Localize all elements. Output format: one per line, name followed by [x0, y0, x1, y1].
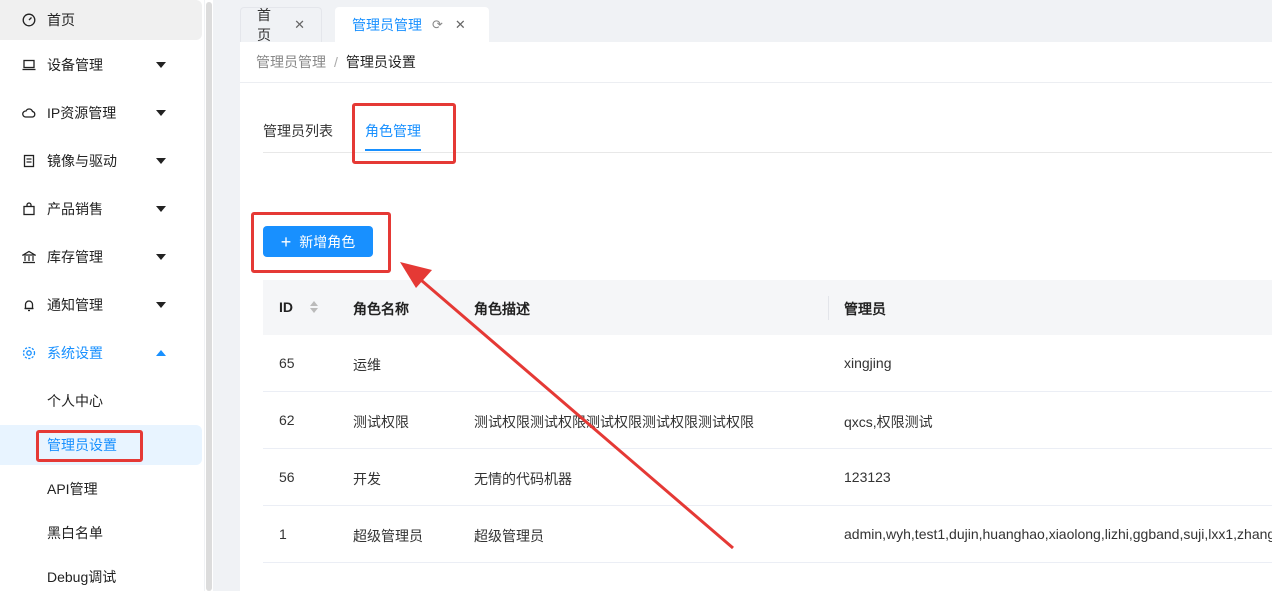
- column-header-desc: 角色描述: [474, 301, 530, 317]
- cell-desc: 测试权限测试权限测试权限测试权限测试权限: [474, 414, 754, 430]
- sidebar-item-system[interactable]: 系统设置: [0, 333, 202, 373]
- refresh-icon[interactable]: ⟳: [432, 17, 443, 33]
- cell-id: 56: [279, 469, 295, 485]
- sidebar-item-label: API管理: [47, 481, 98, 497]
- caret-down-icon: [156, 110, 166, 116]
- cell-name: 运维: [353, 357, 381, 373]
- column-header-admin: 管理员: [844, 301, 886, 317]
- add-role-button[interactable]: + 新增角色: [263, 226, 373, 257]
- breadcrumb: 管理员管理 / 管理员设置: [256, 52, 416, 72]
- cell-desc: 无情的代码机器: [474, 471, 572, 487]
- sidebar-item-label: 管理员设置: [47, 437, 117, 453]
- add-role-label: 新增角色: [299, 233, 356, 250]
- sidebar-subitem-blacklist[interactable]: 黑白名单: [0, 513, 202, 553]
- sidebar-item-home[interactable]: 首页: [0, 0, 202, 40]
- sidebar-item-notify[interactable]: 通知管理: [0, 285, 202, 325]
- tab-label: 首页: [257, 7, 271, 43]
- sort-icon[interactable]: [310, 300, 318, 314]
- column-header-name: 角色名称: [353, 301, 409, 317]
- subtab-active-indicator: [365, 149, 421, 151]
- dashboard-icon: [22, 13, 36, 27]
- roles-table: ID 角色名称 角色描述 管理员 65 运维 xingjing 62 测试权限 …: [263, 280, 1272, 563]
- bank-icon: [22, 250, 36, 264]
- cell-admin: admin,wyh,test1,dujin,huanghao,xiaolong,…: [844, 526, 1272, 542]
- close-icon[interactable]: ✕: [294, 17, 305, 33]
- bell-icon: [22, 298, 36, 312]
- subtab-role-management[interactable]: 角色管理: [365, 121, 421, 141]
- table-row[interactable]: 62 测试权限 测试权限测试权限测试权限测试权限测试权限 qxcs,权限测试: [263, 392, 1272, 449]
- caret-down-icon: [156, 302, 166, 308]
- subtabs: 管理员列表 角色管理: [263, 111, 1272, 153]
- cell-admin: qxcs,权限测试: [844, 414, 933, 430]
- caret-down-icon: [156, 62, 166, 68]
- scrollbar-thumb[interactable]: [206, 2, 212, 591]
- column-header-id[interactable]: ID: [279, 299, 293, 315]
- table-row[interactable]: 56 开发 无情的代码机器 123123: [263, 449, 1272, 506]
- sidebar-item-ip[interactable]: IP资源管理: [0, 93, 202, 133]
- sidebar-item-sales[interactable]: 产品销售: [0, 189, 202, 229]
- sidebar-item-label: 通知管理: [47, 297, 103, 313]
- column-divider: [828, 296, 829, 320]
- sidebar-item-label: 黑白名单: [47, 525, 103, 541]
- cell-name: 超级管理员: [353, 528, 423, 544]
- sidebar-scrollbar[interactable]: [205, 0, 213, 591]
- sidebar: 首页 设备管理 IP资源管理 镜像与驱动 产品销售 库存管理 通知管理 系统设置…: [0, 0, 204, 591]
- caret-down-icon: [156, 206, 166, 212]
- table-header: ID 角色名称 角色描述 管理员: [263, 280, 1272, 335]
- sidebar-item-label: 首页: [47, 12, 75, 28]
- sidebar-item-label: IP资源管理: [47, 105, 117, 121]
- table-row[interactable]: 65 运维 xingjing: [263, 335, 1272, 392]
- sidebar-item-label: Debug调试: [47, 569, 117, 585]
- sidebar-item-label: 镜像与驱动: [47, 153, 117, 169]
- cell-id: 62: [279, 412, 295, 428]
- sidebar-subitem-api[interactable]: API管理: [0, 469, 202, 509]
- sidebar-item-device[interactable]: 设备管理: [0, 45, 202, 85]
- subtab-admin-list[interactable]: 管理员列表: [263, 121, 333, 141]
- bag-icon: [22, 202, 36, 216]
- sidebar-subitem-admin-settings[interactable]: 管理员设置: [0, 425, 202, 465]
- cell-admin: xingjing: [844, 355, 892, 371]
- cell-admin: 123123: [844, 469, 891, 485]
- sidebar-subitem-profile[interactable]: 个人中心: [0, 381, 202, 421]
- tab-bar: 首页 ✕ 管理员管理 ⟳ ✕: [240, 0, 1272, 43]
- sidebar-subitem-debug[interactable]: Debug调试: [0, 557, 202, 591]
- sidebar-item-inventory[interactable]: 库存管理: [0, 237, 202, 277]
- breadcrumb-parent[interactable]: 管理员管理: [256, 52, 326, 72]
- cell-name: 开发: [353, 471, 381, 487]
- cell-id: 65: [279, 355, 295, 371]
- tab-home[interactable]: 首页 ✕: [240, 7, 322, 43]
- breadcrumb-separator: /: [334, 54, 338, 70]
- divider: [240, 82, 1272, 83]
- close-icon[interactable]: ✕: [455, 17, 466, 33]
- sidebar-item-label: 库存管理: [47, 249, 103, 265]
- caret-down-icon: [156, 254, 166, 260]
- sidebar-item-image[interactable]: 镜像与驱动: [0, 141, 202, 181]
- tab-label: 管理员管理: [352, 17, 422, 33]
- caret-up-icon: [156, 350, 166, 356]
- tab-admin-management[interactable]: 管理员管理 ⟳ ✕: [335, 7, 489, 42]
- gear-icon: [22, 346, 36, 360]
- cell-id: 1: [279, 526, 287, 542]
- cell-desc: 超级管理员: [474, 528, 544, 544]
- sidebar-item-label: 产品销售: [47, 201, 103, 217]
- main-content: 首页 ✕ 管理员管理 ⟳ ✕ 管理员管理 / 管理员设置 管理员列表 角色管理 …: [240, 0, 1272, 591]
- layout-gap: [213, 0, 240, 591]
- sidebar-item-label: 设备管理: [47, 57, 103, 73]
- sidebar-item-label: 系统设置: [47, 345, 103, 361]
- cell-name: 测试权限: [353, 414, 409, 430]
- laptop-icon: [22, 58, 36, 72]
- document-icon: [22, 154, 36, 168]
- sidebar-item-label: 个人中心: [47, 393, 103, 409]
- breadcrumb-current: 管理员设置: [345, 54, 416, 70]
- table-row[interactable]: 1 超级管理员 超级管理员 admin,wyh,test1,dujin,huan…: [263, 506, 1272, 563]
- caret-down-icon: [156, 158, 166, 164]
- cloud-icon: [22, 106, 36, 120]
- plus-icon: +: [280, 231, 292, 252]
